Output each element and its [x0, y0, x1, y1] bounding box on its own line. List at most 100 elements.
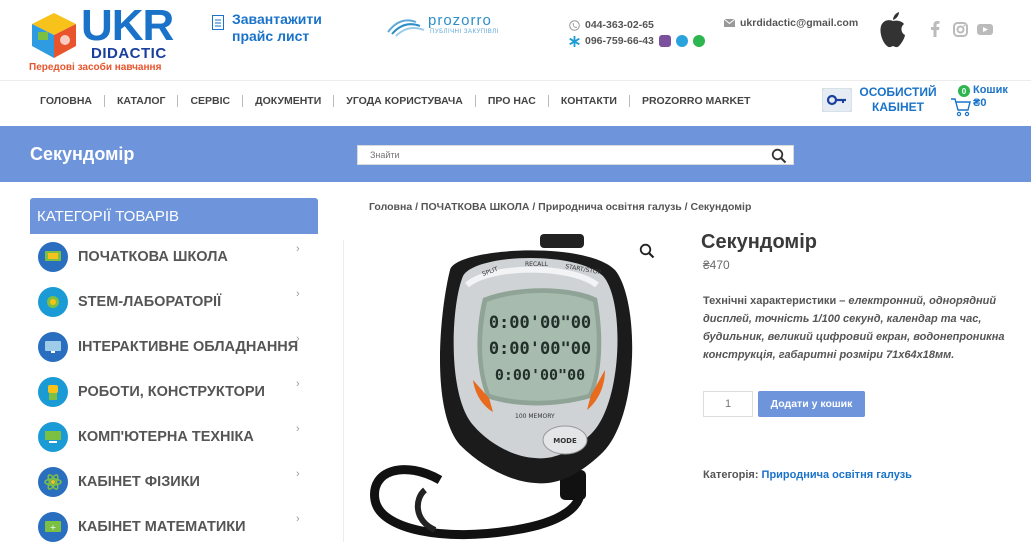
nav-item-service[interactable]: СЕРВІС	[190, 95, 230, 107]
category-link[interactable]: Природнича освітня галузь	[762, 469, 912, 481]
phone-block: 044-363-02-65 096-759-66-43	[569, 17, 705, 49]
nav-divider	[104, 95, 106, 107]
nav-menu: ГОЛОВНА КАТАЛОГ СЕРВІС ДОКУМЕНТИ УГОДА К…	[40, 95, 750, 107]
search-icon[interactable]	[771, 148, 787, 164]
personal-cabinet-link[interactable]: ОСОБИСТИЙ КАБІНЕТ	[822, 85, 938, 115]
whatsapp-icon[interactable]	[692, 35, 705, 47]
chevron-right-icon: ›	[296, 513, 300, 525]
category-item-primary-school[interactable]: ПОЧАТКОВА ШКОЛА ›	[30, 234, 318, 279]
category-label: КАБІНЕТ МАТЕМАТИКИ	[78, 518, 246, 535]
description-label: Технічні характеристики	[703, 295, 837, 307]
nav-divider	[177, 95, 179, 107]
category-item-robots[interactable]: РОБОТИ, КОНСТРУКТОРИ ›	[30, 369, 318, 414]
category-label: РОБОТИ, КОНСТРУКТОРИ	[78, 383, 265, 400]
product-title: Секундомір	[701, 231, 817, 253]
cart-total: ₴0	[973, 97, 987, 109]
display-row-1: 0:00'00"00	[489, 313, 591, 333]
price-list-label: Завантажити прайс лист	[232, 11, 322, 44]
logo-ukr-text: UKR	[81, 1, 174, 50]
nav-divider	[474, 95, 476, 107]
nav-item-user-agreement[interactable]: УГОДА КОРИСТУВАЧА	[346, 95, 463, 107]
product-category: Категорія: Природнича освітня галузь	[703, 469, 912, 481]
cabinet-line1: ОСОБИСТИЙ	[859, 85, 937, 99]
social-links	[927, 21, 993, 37]
category-item-physics[interactable]: КАБІНЕТ ФІЗИКИ ›	[30, 459, 318, 504]
cabinet-label: ОСОБИСТИЙ КАБІНЕТ	[858, 85, 938, 115]
apple-icon[interactable]	[877, 11, 909, 49]
cart-label: Кошик	[973, 84, 1008, 96]
facebook-icon[interactable]	[927, 21, 943, 37]
category-label: КАБІНЕТ ФІЗИКИ	[78, 473, 200, 490]
add-to-cart-button[interactable]: Додати у кошик	[758, 391, 865, 417]
phone-icon	[569, 19, 580, 31]
site-logo[interactable]: UKR DIDACTIC Передові засоби навчання	[29, 4, 179, 74]
cart-widget[interactable]: 0 Кошик ₴0	[950, 83, 1020, 119]
math-icon: +	[38, 511, 68, 542]
phone-2[interactable]: 096-759-66-43	[585, 35, 654, 47]
robot-icon	[38, 376, 68, 407]
logo-didactic-text: DIDACTIC	[91, 45, 167, 62]
price-list-link[interactable]: Завантажити прайс лист	[212, 11, 342, 45]
prozorro-subtitle: ПУБЛІЧНІ ЗАКУПІВЛІ	[430, 29, 499, 35]
product-price: ₴470	[703, 258, 730, 272]
category-label: ІНТЕРАКТИВНЕ ОБЛАДНАННЯ	[78, 338, 299, 355]
nav-item-catalog[interactable]: КАТАЛОГ	[117, 95, 165, 107]
chevron-right-icon: ›	[296, 243, 300, 255]
computer-icon	[38, 421, 68, 452]
stopwatch-image[interactable]: 0:00'00"00 0:00'00"00 0:00'00"00 SPLIT R…	[365, 230, 665, 542]
column-divider	[343, 240, 344, 542]
display-row-2: 0:00'00"00	[489, 339, 591, 359]
main-nav: ГОЛОВНА КАТАЛОГ СЕРВІС ДОКУМЕНТИ УГОДА К…	[0, 80, 1031, 126]
zoom-icon[interactable]	[639, 243, 655, 259]
viber-icon[interactable]	[658, 35, 671, 47]
nav-item-documents[interactable]: ДОКУМЕНТИ	[255, 95, 321, 107]
youtube-icon[interactable]	[977, 21, 993, 37]
category-item-interactive-equipment[interactable]: ІНТЕРАКТИВНЕ ОБЛАДНАННЯ ›	[30, 324, 318, 369]
nav-item-contacts[interactable]: КОНТАКТИ	[561, 95, 617, 107]
category-item-computers[interactable]: КОМП'ЮТЕРНА ТЕХНІКА ›	[30, 414, 318, 459]
category-item-math[interactable]: + КАБІНЕТ МАТЕМАТИКИ ›	[30, 504, 318, 542]
category-item-stem-labs[interactable]: STEM-ЛАБОРАТОРІЇ ›	[30, 279, 318, 324]
nav-divider	[333, 95, 335, 107]
telegram-icon[interactable]	[675, 35, 688, 47]
title-bar: Секундомір	[0, 126, 1031, 182]
search-box	[357, 145, 794, 165]
breadcrumb[interactable]: Головна / ПОЧАТКОВА ШКОЛА / Природнича о…	[369, 201, 751, 213]
nav-item-prozorro-market[interactable]: PROZORRO MARKET	[642, 95, 751, 107]
nav-item-home[interactable]: ГОЛОВНА	[40, 95, 92, 107]
interactive-equipment-icon	[38, 331, 68, 362]
instagram-icon[interactable]	[952, 21, 968, 37]
bezel-label-mode: MODE	[553, 437, 577, 445]
nav-divider	[628, 95, 630, 107]
nav-divider	[242, 95, 244, 107]
page-title: Секундомір	[30, 144, 135, 164]
chevron-right-icon: ›	[296, 378, 300, 390]
primary-school-icon	[38, 241, 68, 272]
bezel-label-memory: 100 MEMORY	[515, 413, 555, 420]
email-block[interactable]: ukrdidactic@gmail.com	[724, 17, 858, 29]
email-address: ukrdidactic@gmail.com	[740, 17, 859, 29]
phone-1[interactable]: 044-363-02-65	[585, 19, 654, 31]
prozorro-logo[interactable]: prozorro ПУБЛІЧНІ ЗАКУПІВЛІ	[386, 12, 516, 42]
display-row-3: 0:00'00"00	[495, 366, 585, 384]
prozorro-name: prozorro	[428, 12, 492, 29]
category-label: STEM-ЛАБОРАТОРІЇ	[78, 293, 222, 310]
nav-divider	[547, 95, 549, 107]
quantity-input[interactable]: 1	[703, 391, 753, 417]
search-input[interactable]	[358, 146, 758, 164]
mail-icon	[724, 19, 735, 27]
svg-text:+: +	[50, 523, 57, 532]
cart-icon	[951, 98, 971, 117]
category-label: ПОЧАТКОВА ШКОЛА	[78, 248, 228, 265]
chevron-right-icon: ›	[296, 288, 300, 300]
key-icon	[822, 88, 852, 112]
chevron-right-icon: ›	[296, 423, 300, 435]
atom-icon	[38, 466, 68, 497]
top-header: UKR DIDACTIC Передові засоби навчання За…	[0, 0, 1031, 80]
categories-heading: КАТЕГОРІЇ ТОВАРІВ	[30, 198, 318, 234]
nav-item-about[interactable]: ПРО НАС	[488, 95, 536, 107]
logo-tagline: Передові засоби навчання	[29, 62, 162, 73]
stem-labs-icon	[38, 286, 68, 317]
logo-cube-icon	[32, 13, 76, 58]
category-meta-label: Категорія:	[703, 469, 759, 481]
